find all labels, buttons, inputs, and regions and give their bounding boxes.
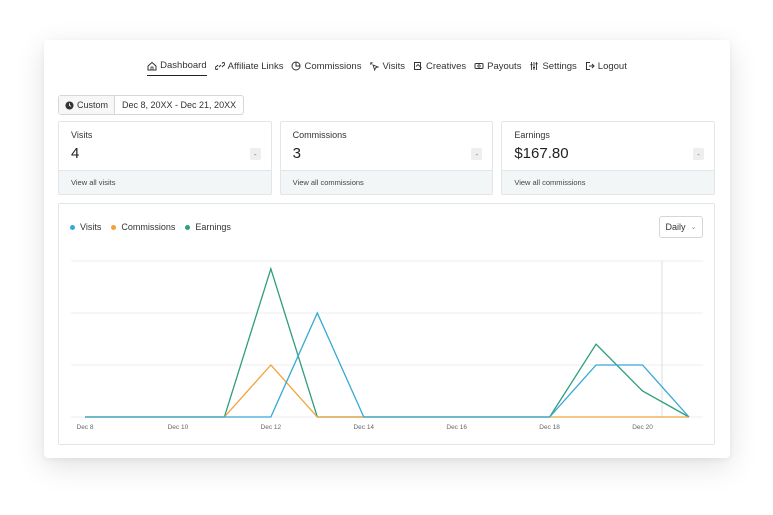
nav-item-creatives[interactable]: Creatives	[413, 60, 466, 76]
nav-item-settings[interactable]: Settings	[529, 60, 577, 76]
date-range-value[interactable]: Dec 8, 20XX - Dec 21, 20XX	[115, 96, 243, 114]
nav-item-label: Commissions	[304, 60, 362, 72]
series-line-earnings	[85, 266, 690, 418]
clock-icon	[65, 100, 74, 110]
date-preset-label: Custom	[77, 100, 109, 110]
stat-change-badge: -	[471, 148, 483, 160]
nav-item-label: Payouts	[487, 60, 522, 72]
x-tick-label: Dec 18	[539, 424, 560, 431]
date-preset[interactable]: Custom	[59, 96, 116, 114]
nav-item-label: Settings	[542, 60, 577, 72]
nav-item-label: Creatives	[426, 60, 467, 72]
stat-label: Commissions	[292, 130, 347, 140]
stat-value: $167.80	[514, 145, 569, 162]
nav-item-label: Dashboard	[160, 60, 207, 71]
home-icon	[147, 61, 157, 70]
main-nav: Dashboard Affiliate Links Commissions Visit…	[44, 60, 730, 76]
nav-item-commissions[interactable]: Commissions	[291, 60, 361, 76]
x-tick-label: Dec 12	[261, 424, 282, 431]
view-all-earnings-link[interactable]: View all commissions	[502, 170, 715, 194]
stat-card-visits: Visits 4 - View all visits	[58, 121, 272, 195]
view-all-visits-link[interactable]: View all visits	[59, 170, 271, 194]
x-tick-label: Dec 16	[446, 424, 467, 431]
link-icon	[214, 62, 225, 70]
x-tick-label: Dec 8	[77, 424, 94, 431]
nav-item-visits[interactable]: Visits	[369, 60, 405, 76]
x-tick-label: Dec 14	[353, 424, 374, 431]
stats-row: Visits 4 - View all visits Commissions 3…	[58, 121, 716, 195]
stat-value: 4	[71, 145, 80, 162]
stat-label: Visits	[71, 130, 93, 140]
dashboard-card: Dashboard Affiliate Links Commissions Visit…	[44, 40, 730, 458]
nav-item-affiliate-links[interactable]: Affiliate Links	[214, 60, 284, 76]
chart-card: Visits Commissions Earnings Daily ⌄ Dec …	[58, 203, 715, 445]
view-all-commissions-link[interactable]: View all commissions	[280, 170, 493, 194]
stat-label: Earnings	[514, 130, 550, 140]
nav-item-logout[interactable]: Logout	[585, 60, 627, 76]
stat-card-commissions: Commissions 3 - View all commissions	[279, 121, 494, 195]
date-range-picker[interactable]: Custom Dec 8, 20XX - Dec 21, 20XX	[58, 95, 245, 115]
x-tick-label: Dec 20	[632, 424, 653, 431]
stat-card-earnings: Earnings $167.80 - View all commissions	[501, 121, 716, 195]
money-icon	[474, 63, 484, 69]
nav-item-dashboard[interactable]: Dashboard	[147, 60, 207, 76]
nav-item-label: Affiliate Links	[227, 60, 284, 72]
nav-item-label: Visits	[382, 60, 405, 72]
sliders-icon	[530, 62, 538, 70]
nav-item-payouts[interactable]: Payouts	[474, 60, 521, 76]
x-tick-label: Dec 10	[168, 424, 189, 431]
line-chart: Dec 8 Dec 10 Dec 12 Dec 14 Dec 16 Dec 18 Dec 2…	[71, 260, 703, 431]
cursor-click-icon	[370, 62, 380, 71]
stat-value: 3	[292, 145, 302, 162]
nav-item-label: Logout	[597, 60, 627, 72]
pie-icon	[291, 61, 301, 71]
series-line-commissions	[85, 364, 689, 418]
stat-change-badge: -	[249, 148, 261, 160]
image-icon	[414, 62, 422, 70]
logout-icon	[585, 62, 595, 70]
stat-change-badge: -	[693, 148, 705, 160]
